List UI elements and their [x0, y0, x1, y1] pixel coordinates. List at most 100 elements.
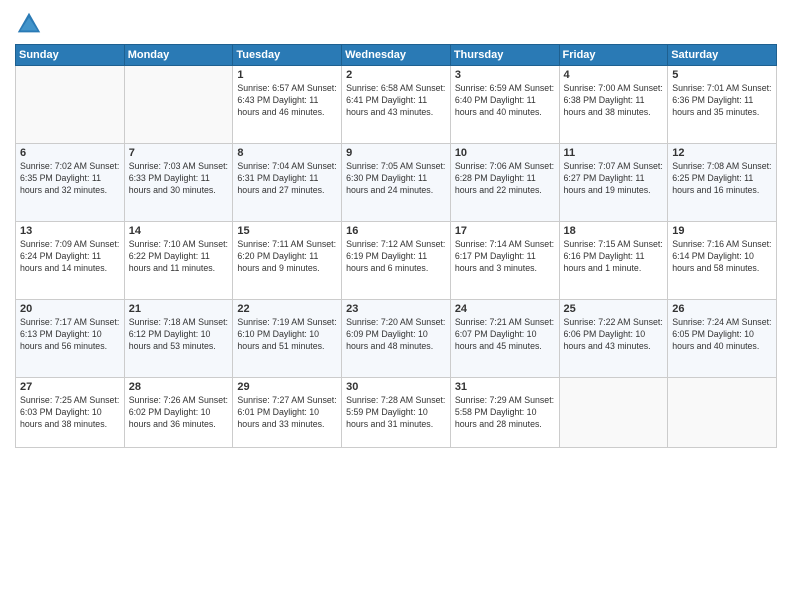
calendar-cell: 13Sunrise: 7:09 AM Sunset: 6:24 PM Dayli… [16, 222, 125, 300]
day-number: 14 [129, 225, 229, 237]
calendar-cell: 15 Sunrise: 7:11 AM Sunset: 6:20 PM Dayli… [233, 222, 342, 300]
day-info: Sunrise: 7:07 AM Sunset: 6:27 PM Dayligh… [564, 161, 664, 197]
calendar-cell: 12 Sunrise: 7:08 AM Sunset: 6:25 PM Dayli… [668, 144, 777, 222]
day-number: 22 [237, 303, 337, 315]
calendar-cell: 26 Sunrise: 7:24 AM Sunset: 6:05 PM Dayli… [668, 300, 777, 378]
day-info: Sunrise: 7:19 AM Sunset: 6:10 PM Dayligh… [237, 317, 337, 353]
calendar-cell: 7Sunrise: 7:03 AM Sunset: 6:33 PM Daylig… [124, 144, 233, 222]
calendar-cell: 17 Sunrise: 7:14 AM Sunset: 6:17 PM Dayli… [450, 222, 559, 300]
day-info: Sunrise: 7:24 AM Sunset: 6:05 PM Dayligh… [672, 317, 772, 353]
weekday-header-wednesday: Wednesday [342, 45, 451, 66]
calendar-cell: 20Sunrise: 7:17 AM Sunset: 6:13 PM Dayli… [16, 300, 125, 378]
weekday-header-sunday: Sunday [16, 45, 125, 66]
calendar-cell [668, 378, 777, 448]
day-info: Sunrise: 7:10 AM Sunset: 6:22 PM Dayligh… [129, 239, 229, 275]
day-info: Sunrise: 7:06 AM Sunset: 6:28 PM Dayligh… [455, 161, 555, 197]
day-number: 26 [672, 303, 772, 315]
day-number: 9 [346, 147, 446, 159]
day-info: Sunrise: 7:05 AM Sunset: 6:30 PM Dayligh… [346, 161, 446, 197]
day-number: 28 [129, 381, 229, 393]
day-number: 31 [455, 381, 555, 393]
day-info: Sunrise: 6:59 AM Sunset: 6:40 PM Dayligh… [455, 83, 555, 119]
day-number: 27 [20, 381, 120, 393]
logo-icon [15, 10, 43, 38]
day-number: 25 [564, 303, 664, 315]
calendar-cell: 28 Sunrise: 7:26 AM Sunset: 6:02 PM Dayli… [124, 378, 233, 448]
calendar-cell [559, 378, 668, 448]
week-row-3: 13Sunrise: 7:09 AM Sunset: 6:24 PM Dayli… [16, 222, 777, 300]
calendar-cell: 27 Sunrise: 7:25 AM Sunset: 6:03 PM Dayli… [16, 378, 125, 448]
day-number: 24 [455, 303, 555, 315]
weekday-header-monday: Monday [124, 45, 233, 66]
day-info: Sunrise: 7:22 AM Sunset: 6:06 PM Dayligh… [564, 317, 664, 353]
day-info: Sunrise: 7:04 AM Sunset: 6:31 PM Dayligh… [237, 161, 337, 197]
day-info: Sunrise: 7:29 AM Sunset: 5:58 PM Dayligh… [455, 395, 555, 431]
day-number: 3 [455, 69, 555, 81]
calendar-cell: 3 Sunrise: 6:59 AM Sunset: 6:40 PM Daylig… [450, 66, 559, 144]
day-number: 21 [129, 303, 229, 315]
day-info: Sunrise: 7:09 AM Sunset: 6:24 PM Dayligh… [20, 239, 120, 275]
calendar-cell: 5Sunrise: 7:01 AM Sunset: 6:36 PM Daylig… [668, 66, 777, 144]
calendar-cell [124, 66, 233, 144]
calendar-cell [16, 66, 125, 144]
day-info: Sunrise: 7:21 AM Sunset: 6:07 PM Dayligh… [455, 317, 555, 353]
day-info: Sunrise: 7:27 AM Sunset: 6:01 PM Dayligh… [237, 395, 337, 431]
calendar-cell: 30 Sunrise: 7:28 AM Sunset: 5:59 PM Dayli… [342, 378, 451, 448]
day-number: 30 [346, 381, 446, 393]
week-row-1: 1 Sunrise: 6:57 AM Sunset: 6:43 PM Daylig… [16, 66, 777, 144]
day-number: 20 [20, 303, 120, 315]
week-row-4: 20Sunrise: 7:17 AM Sunset: 6:13 PM Dayli… [16, 300, 777, 378]
calendar-table: SundayMondayTuesdayWednesdayThursdayFrid… [15, 44, 777, 448]
day-number: 18 [564, 225, 664, 237]
day-number: 10 [455, 147, 555, 159]
day-info: Sunrise: 7:14 AM Sunset: 6:17 PM Dayligh… [455, 239, 555, 275]
weekday-header-friday: Friday [559, 45, 668, 66]
calendar-cell: 24 Sunrise: 7:21 AM Sunset: 6:07 PM Dayli… [450, 300, 559, 378]
day-info: Sunrise: 7:12 AM Sunset: 6:19 PM Dayligh… [346, 239, 446, 275]
calendar-cell: 1 Sunrise: 6:57 AM Sunset: 6:43 PM Daylig… [233, 66, 342, 144]
calendar-cell: 10 Sunrise: 7:06 AM Sunset: 6:28 PM Dayli… [450, 144, 559, 222]
day-number: 2 [346, 69, 446, 81]
calendar-cell: 8 Sunrise: 7:04 AM Sunset: 6:31 PM Daylig… [233, 144, 342, 222]
calendar-cell: 19 Sunrise: 7:16 AM Sunset: 6:14 PM Dayli… [668, 222, 777, 300]
header [15, 10, 777, 38]
day-number: 4 [564, 69, 664, 81]
day-number: 17 [455, 225, 555, 237]
page: SundayMondayTuesdayWednesdayThursdayFrid… [0, 0, 792, 612]
day-number: 11 [564, 147, 664, 159]
day-info: Sunrise: 6:58 AM Sunset: 6:41 PM Dayligh… [346, 83, 446, 119]
day-number: 23 [346, 303, 446, 315]
day-number: 12 [672, 147, 772, 159]
day-number: 19 [672, 225, 772, 237]
weekday-header-saturday: Saturday [668, 45, 777, 66]
calendar-cell: 6 Sunrise: 7:02 AM Sunset: 6:35 PM Daylig… [16, 144, 125, 222]
day-info: Sunrise: 7:02 AM Sunset: 6:35 PM Dayligh… [20, 161, 120, 197]
calendar-cell: 18Sunrise: 7:15 AM Sunset: 6:16 PM Dayli… [559, 222, 668, 300]
day-info: Sunrise: 6:57 AM Sunset: 6:43 PM Dayligh… [237, 83, 337, 119]
day-number: 6 [20, 147, 120, 159]
day-info: Sunrise: 7:08 AM Sunset: 6:25 PM Dayligh… [672, 161, 772, 197]
day-info: Sunrise: 7:16 AM Sunset: 6:14 PM Dayligh… [672, 239, 772, 275]
weekday-header-tuesday: Tuesday [233, 45, 342, 66]
week-row-2: 6 Sunrise: 7:02 AM Sunset: 6:35 PM Daylig… [16, 144, 777, 222]
calendar-cell: 25 Sunrise: 7:22 AM Sunset: 6:06 PM Dayli… [559, 300, 668, 378]
calendar-cell: 2 Sunrise: 6:58 AM Sunset: 6:41 PM Daylig… [342, 66, 451, 144]
day-number: 8 [237, 147, 337, 159]
day-number: 1 [237, 69, 337, 81]
calendar-cell: 22 Sunrise: 7:19 AM Sunset: 6:10 PM Dayli… [233, 300, 342, 378]
weekday-header-thursday: Thursday [450, 45, 559, 66]
week-row-5: 27 Sunrise: 7:25 AM Sunset: 6:03 PM Dayli… [16, 378, 777, 448]
day-number: 15 [237, 225, 337, 237]
logo [15, 10, 47, 38]
day-number: 5 [672, 69, 772, 81]
day-info: Sunrise: 7:03 AM Sunset: 6:33 PM Dayligh… [129, 161, 229, 197]
day-info: Sunrise: 7:11 AM Sunset: 6:20 PM Dayligh… [237, 239, 337, 275]
day-info: Sunrise: 7:25 AM Sunset: 6:03 PM Dayligh… [20, 395, 120, 431]
day-number: 29 [237, 381, 337, 393]
day-info: Sunrise: 7:00 AM Sunset: 6:38 PM Dayligh… [564, 83, 664, 119]
day-info: Sunrise: 7:28 AM Sunset: 5:59 PM Dayligh… [346, 395, 446, 431]
day-info: Sunrise: 7:26 AM Sunset: 6:02 PM Dayligh… [129, 395, 229, 431]
calendar-cell: 21Sunrise: 7:18 AM Sunset: 6:12 PM Dayli… [124, 300, 233, 378]
calendar-cell: 23Sunrise: 7:20 AM Sunset: 6:09 PM Dayli… [342, 300, 451, 378]
weekday-header-row: SundayMondayTuesdayWednesdayThursdayFrid… [16, 45, 777, 66]
